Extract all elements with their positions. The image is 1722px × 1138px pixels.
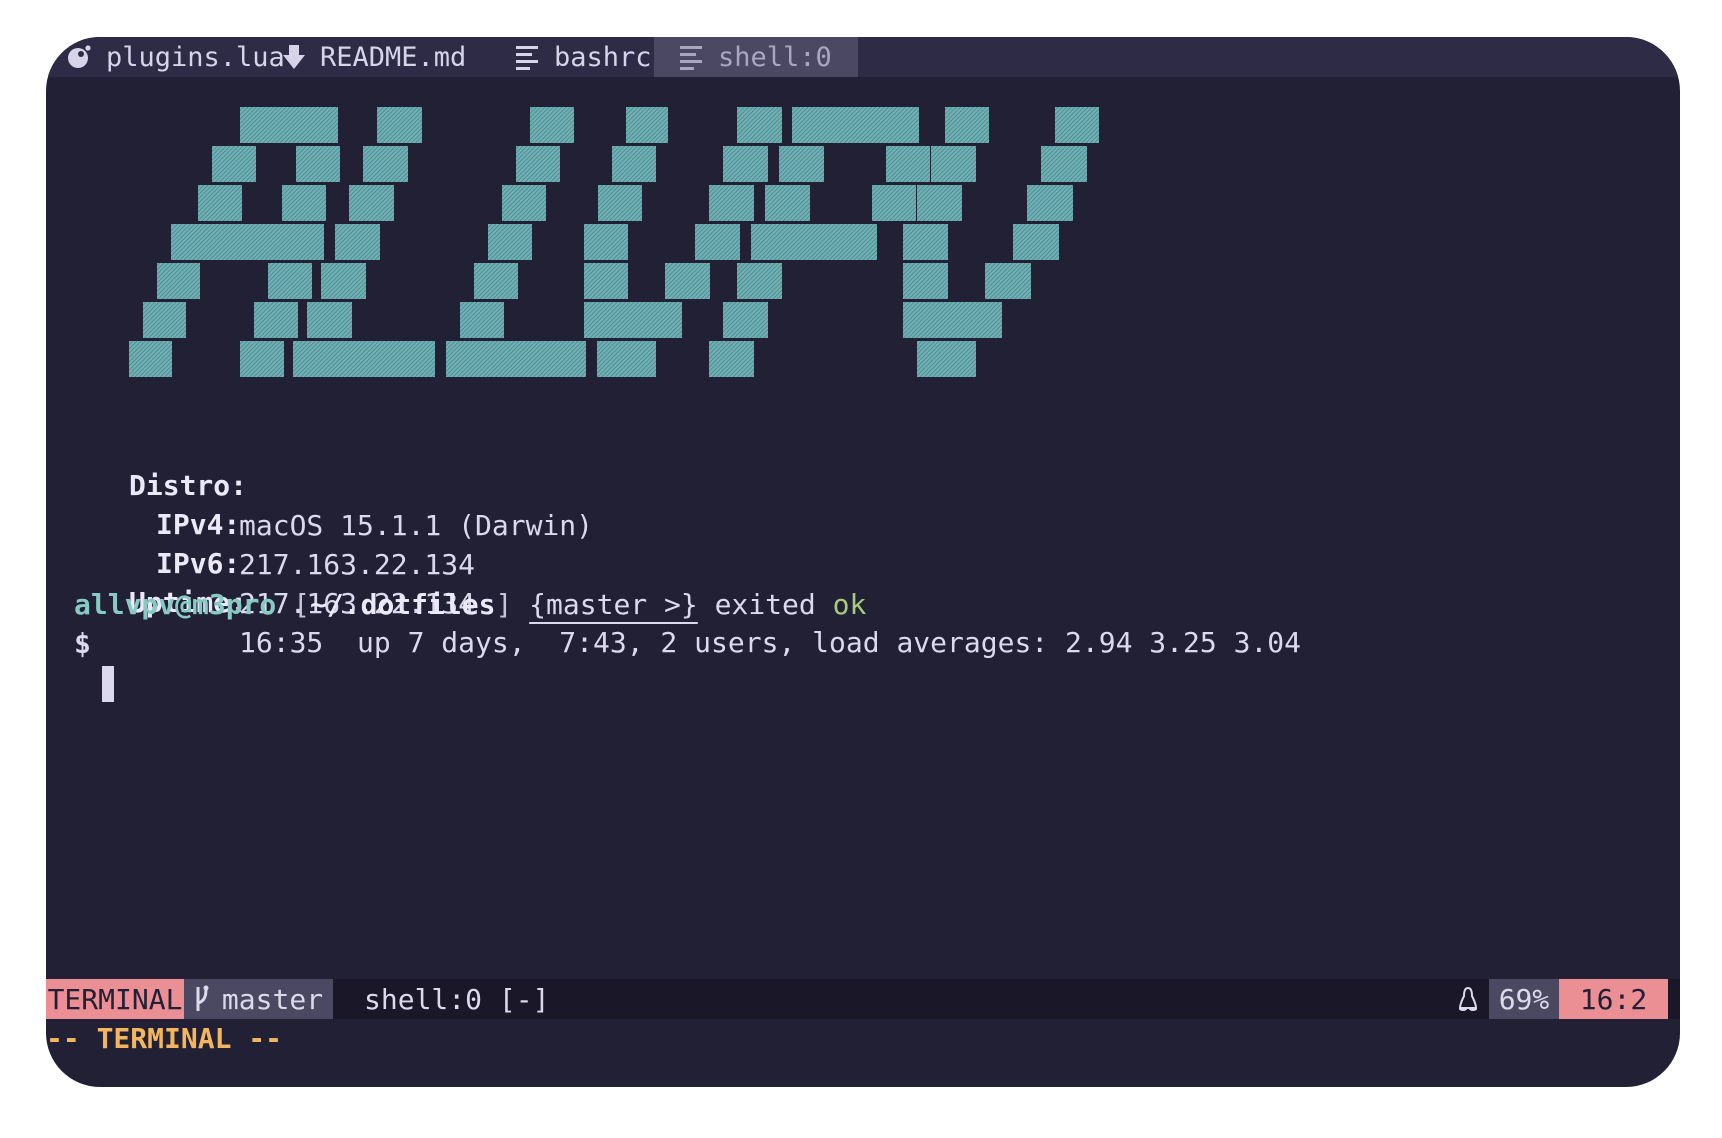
shell-prompt: allvpv@m3pro [~/.dotfiles] {master >} ex… — [74, 585, 866, 625]
mode-indicator: TERMINAL — [46, 979, 184, 1019]
prompt-path-close: ] — [495, 588, 513, 621]
prompt-symbol: $ — [74, 627, 91, 660]
status-line: TERMINAL master shell:0 [-] 69% 16:2 — [46, 979, 1680, 1019]
prompt-path-open: [ — [293, 588, 311, 621]
prompt-user-host: allvpv@m3pro — [74, 588, 277, 621]
sysinfo-value: 16:35 up 7 days, 7:43, 2 users, load ave… — [239, 626, 1302, 659]
sysinfo-ipv6: IPv6: 217.163.22.134 — [46, 504, 1680, 620]
scroll-percent: 69% — [1489, 979, 1559, 1019]
terminal-window: plugins.lua README.md bashrc shell:0 Dis… — [46, 37, 1680, 1087]
prompt-exit-status: ok — [832, 588, 867, 621]
git-branch-name: master — [221, 982, 324, 1016]
sysinfo-distro: Distro: macOS 15.1.1 (Darwin) — [46, 426, 1680, 542]
text-cursor[interactable] — [102, 666, 114, 702]
buffer-name: shell:0 [-] — [364, 982, 550, 1016]
linux-tux-icon — [1453, 979, 1483, 1019]
terminal-output: Distro: macOS 15.1.1 (Darwin) IPv4: 217.… — [46, 37, 1680, 937]
command-line: -- TERMINAL -- — [46, 1022, 283, 1055]
git-branch-segment: master — [184, 979, 333, 1019]
prompt-git-branch: {master >} — [529, 588, 698, 621]
cursor-position: 16:2 — [1559, 979, 1668, 1019]
sysinfo-ipv4: IPv4: 217.163.22.134 — [46, 465, 1680, 581]
git-branch-icon — [194, 985, 210, 1013]
prompt-exited-label: exited — [714, 588, 816, 621]
prompt-path: ~/.dotfiles — [310, 588, 496, 621]
sysinfo-uptime: Uptime: 16:35 up 7 days, 7:43, 2 users, … — [46, 543, 1680, 659]
